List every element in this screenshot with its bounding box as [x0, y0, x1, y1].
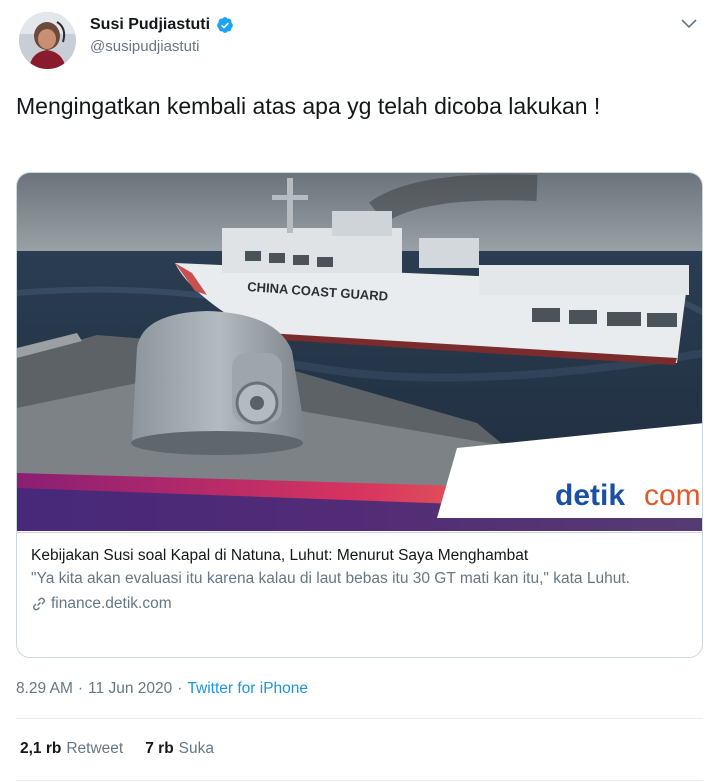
tweet-header: Susi Pudjiastuti @susipudjiastuti [16, 8, 704, 69]
card-body[interactable]: Kebijakan Susi soal Kapal di Natuna, Luh… [17, 532, 702, 657]
tweet-source[interactable]: Twitter for iPhone [187, 680, 308, 698]
tweet-meta: 8.29 AM · 11 Jun 2020 · Twitter for iPho… [16, 680, 308, 698]
card-description: "Ya kita akan evaluasi itu karena kalau … [31, 570, 630, 587]
retweet-count-label: Retweet [66, 740, 124, 757]
user-handle[interactable]: @susipudjiastuti [90, 38, 234, 55]
detik-logo-suffix: com [644, 479, 701, 512]
divider [16, 718, 703, 719]
link-card[interactable]: CHINA COAST GUARD detik com Kebijakan Su… [16, 172, 703, 658]
meta-separator: · [177, 680, 183, 697]
card-title[interactable]: Kebijakan Susi soal Kapal di Natuna, Luh… [31, 546, 690, 566]
tweet-date[interactable]: 11 Jun 2020 [88, 680, 172, 698]
chevron-down-icon[interactable] [680, 18, 698, 30]
display-name[interactable]: Susi Pudjiastuti [90, 16, 210, 34]
tweet-text: Mengingatkan kembali atas apa yg telah d… [16, 93, 601, 119]
avatar[interactable] [19, 12, 76, 69]
tweet-stats: 2,1 rb Retweet 7 rb Suka [20, 740, 214, 758]
verified-badge-icon [217, 17, 233, 33]
divider [16, 780, 703, 781]
retweet-count-value: 2,1 rb [20, 740, 62, 757]
like-count-label: Suka [178, 740, 215, 757]
meta-separator: · [77, 680, 84, 697]
like-count-value: 7 rb [145, 740, 174, 757]
tweet-time[interactable]: 8.29 AM [16, 680, 73, 698]
link-icon [32, 597, 46, 611]
card-domain-text[interactable]: finance.detik.com [51, 594, 172, 614]
like-count[interactable]: 7 rb Suka [145, 740, 214, 758]
card-image[interactable]: CHINA COAST GUARD detik com [17, 173, 703, 531]
user-info[interactable]: Susi Pudjiastuti @susipudjiastuti [90, 16, 234, 55]
card-domain[interactable]: finance.detik.com [31, 594, 690, 614]
avatar-image [19, 12, 76, 69]
detik-logo-text: detik [555, 479, 625, 512]
retweet-count[interactable]: 2,1 rb Retweet [20, 740, 123, 758]
